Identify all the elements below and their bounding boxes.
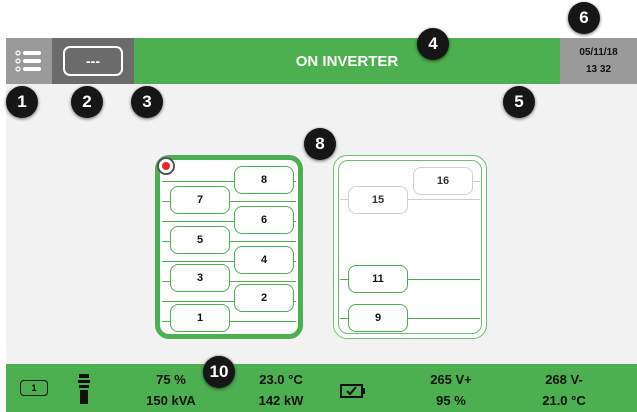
callout-4: 4 (417, 28, 449, 60)
module-8[interactable]: 8 (234, 166, 294, 194)
module-9[interactable]: 9 (348, 304, 408, 332)
load-percent: 75 % (156, 372, 186, 387)
menu-icon (15, 50, 41, 72)
module-2[interactable]: 2 (234, 284, 294, 312)
module-15[interactable]: 15 (348, 186, 408, 214)
callout-5: 5 (503, 86, 535, 118)
callout-1: 1 (6, 86, 38, 118)
module-7[interactable]: 7 (170, 186, 230, 214)
fan-tower-icon[interactable] (76, 374, 92, 404)
date-time-display[interactable]: 05/11/18 13 32 (560, 38, 637, 84)
module-16[interactable]: 16 (413, 167, 473, 195)
time-text: 13 32 (585, 64, 612, 75)
battery-temperature: 21.0 °C (542, 393, 586, 408)
top-bar: --- ON INVERTER 05/11/18 13 32 (6, 38, 637, 84)
status-banner[interactable]: ON INVERTER (134, 38, 560, 84)
module-11[interactable]: 11 (348, 265, 408, 293)
voltage-positive: 265 V+ (430, 372, 472, 387)
battery-ok-icon[interactable] (340, 382, 366, 398)
module-1[interactable]: 1 (170, 304, 230, 332)
active-power: 142 kW (258, 393, 304, 408)
mode-button[interactable]: --- (52, 38, 134, 84)
callout-6: 6 (568, 2, 600, 34)
apparent-power: 150 kVA (146, 393, 196, 408)
callout-10-top: 10 (203, 356, 235, 388)
charge-percent: 95 % (436, 393, 466, 408)
menu-button[interactable] (6, 38, 52, 84)
status-text: ON INVERTER (295, 52, 399, 70)
mode-label: --- (63, 46, 123, 76)
temperature: 23.0 °C (259, 372, 303, 387)
date-text: 05/11/18 (579, 47, 618, 58)
voltage-negative: 268 V- (545, 372, 583, 387)
status-footer: 1 75 % 150 kVA 23.0 °C 142 kW 265 V+ 95 … (6, 364, 637, 412)
callout-2: 2 (71, 86, 103, 118)
module-5[interactable]: 5 (170, 226, 230, 254)
callout-3: 3 (131, 86, 163, 118)
module-3[interactable]: 3 (170, 264, 230, 292)
callout-8: 8 (304, 128, 336, 160)
alarm-indicator-icon[interactable] (157, 157, 175, 175)
module-6[interactable]: 6 (234, 206, 294, 234)
module-4[interactable]: 4 (234, 246, 294, 274)
battery-chip-icon[interactable]: 1 (20, 380, 48, 396)
